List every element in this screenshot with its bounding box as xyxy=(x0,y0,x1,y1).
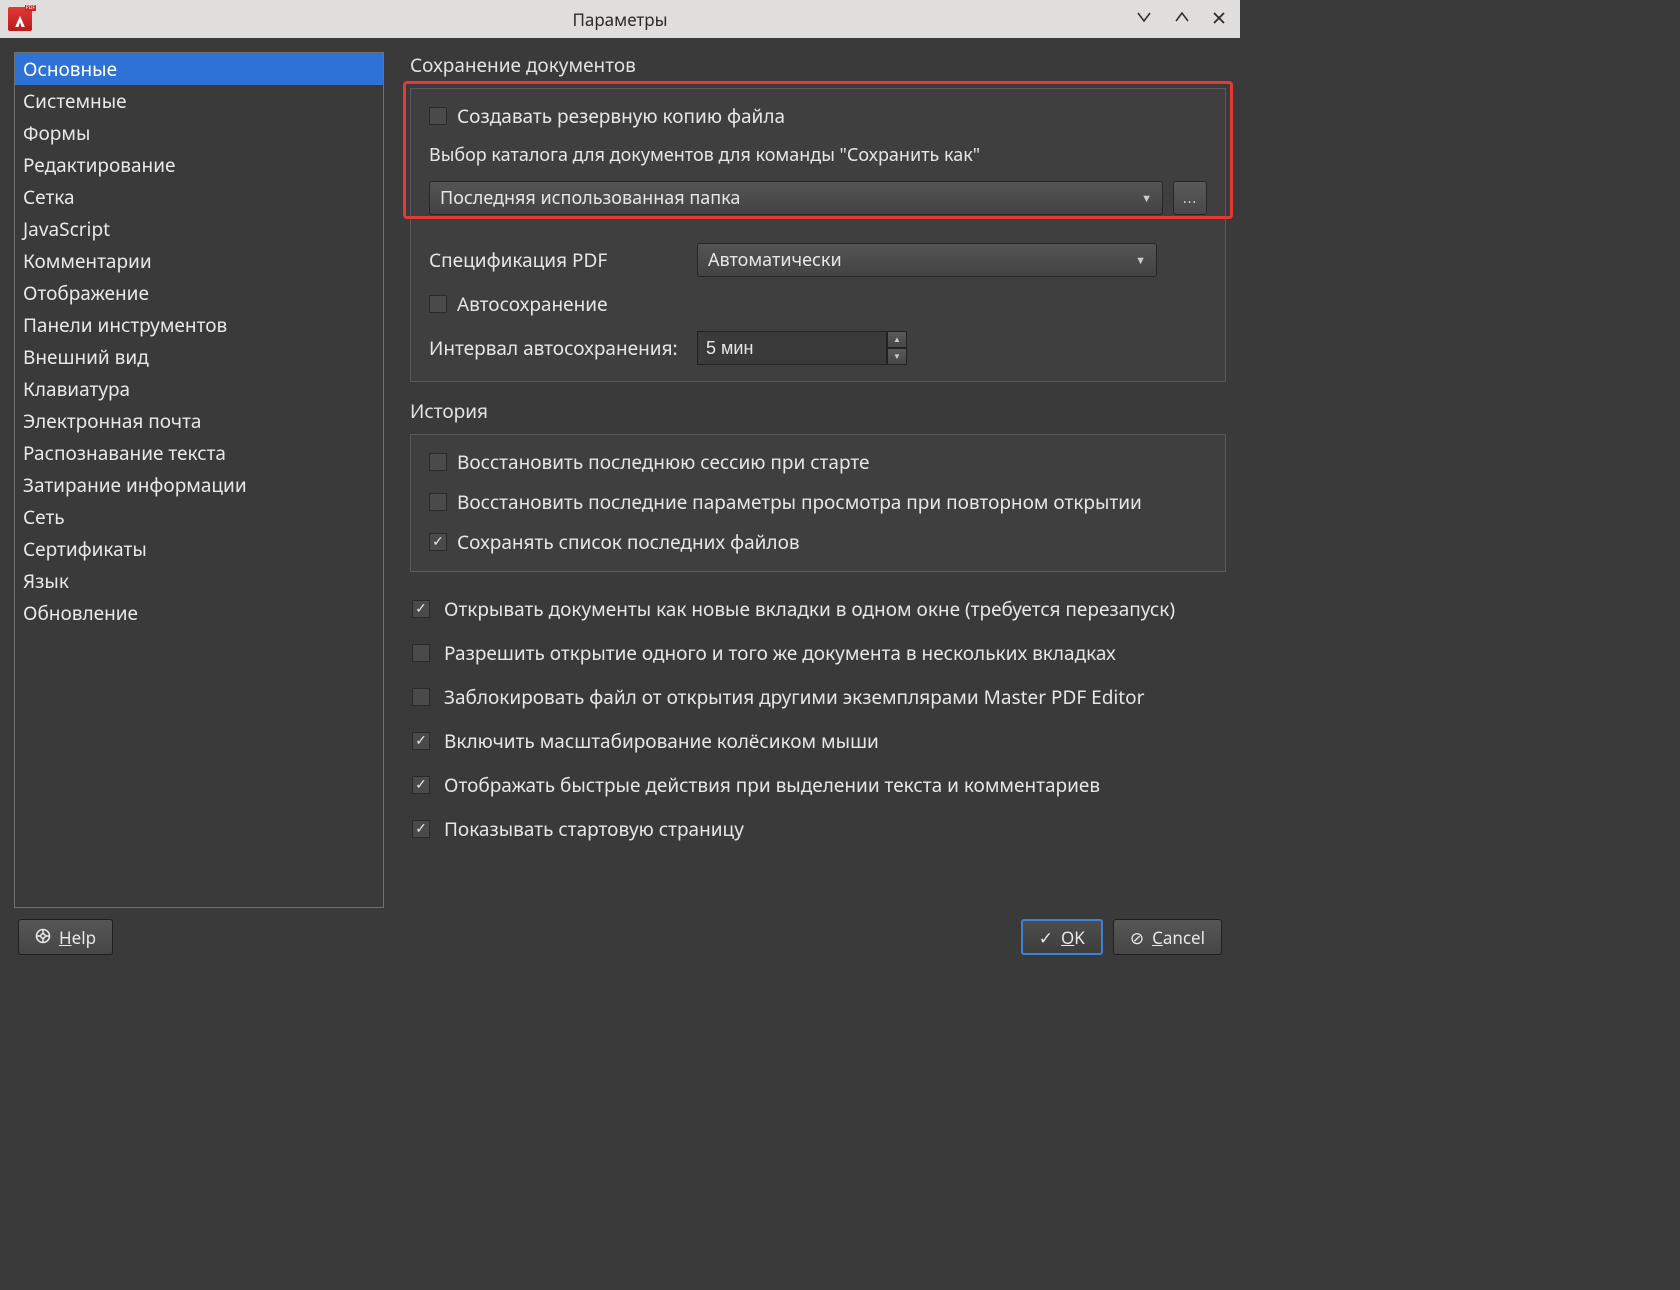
label-autosave-interval: Интервал автосохранения: xyxy=(429,335,687,361)
maximize-icon[interactable] xyxy=(1174,8,1190,30)
row-keep-recent: Сохранять список последних файлов xyxy=(429,529,1207,555)
cancel-button-label: Cancel xyxy=(1152,926,1205,949)
row-pdfspec: Спецификация PDF Автоматически ▼ xyxy=(429,243,1207,277)
row-multi-open: Разрешить открытие одного и того же доку… xyxy=(410,634,1226,672)
checkbox-tabs[interactable] xyxy=(412,600,430,618)
titlebar: Параметры xyxy=(0,0,1240,38)
row-autosave: Автосохранение xyxy=(429,291,1207,317)
checkbox-backup[interactable] xyxy=(429,107,447,125)
panel-history: Восстановить последнюю сессию при старте… xyxy=(410,434,1226,572)
row-autosave-interval: Интервал автосохранения: ▲ ▼ xyxy=(429,331,1207,365)
label-pdfspec: Спецификация PDF xyxy=(429,247,687,273)
window-controls xyxy=(1136,8,1240,30)
sidebar-item[interactable]: Сертификаты xyxy=(15,533,383,565)
label-autosave: Автосохранение xyxy=(457,291,608,317)
combo-pdfspec-value: Автоматически xyxy=(708,248,842,272)
ok-button-label: OK xyxy=(1061,926,1085,949)
label-lock-file: Заблокировать файл от открытия другими э… xyxy=(444,684,1145,710)
label-multi-open: Разрешить открытие одного и того же доку… xyxy=(444,640,1116,666)
section-history-title: История xyxy=(410,398,1226,424)
help-button-label: Help xyxy=(59,926,96,949)
label-tabs: Открывать документы как новые вкладки в … xyxy=(444,596,1175,622)
dialog-body: ОсновныеСистемныеФормыРедактированиеСетк… xyxy=(0,38,1240,908)
panel-save: Создавать резервную копию файла Выбор ка… xyxy=(410,88,1226,382)
app-icon xyxy=(8,7,32,31)
sidebar-item[interactable]: Основные xyxy=(15,53,383,85)
label-backup: Создавать резервную копию файла xyxy=(457,103,785,129)
checkbox-quick-actions[interactable] xyxy=(412,776,430,794)
browse-button[interactable]: ... xyxy=(1173,181,1207,215)
sidebar-item[interactable]: Обновление xyxy=(15,597,383,629)
help-button[interactable]: Help xyxy=(18,919,113,955)
label-start-page: Показывать стартовую страницу xyxy=(444,816,744,842)
content-area: Сохранение документов Создавать резервну… xyxy=(410,52,1226,908)
sidebar-item[interactable]: Распознавание текста xyxy=(15,437,383,469)
label-quick-actions: Отображать быстрые действия при выделени… xyxy=(444,772,1100,798)
label-restore-session: Восстановить последнюю сессию при старте xyxy=(457,449,869,475)
window-title: Параметры xyxy=(0,8,1240,31)
sidebar-item[interactable]: Комментарии xyxy=(15,245,383,277)
sidebar-item[interactable]: Отображение xyxy=(15,277,383,309)
sidebar-item[interactable]: Клавиатура xyxy=(15,373,383,405)
checkbox-restore-session[interactable] xyxy=(429,453,447,471)
sidebar-item[interactable]: Формы xyxy=(15,117,383,149)
spin-down-icon[interactable]: ▼ xyxy=(887,348,907,365)
sidebar-item[interactable]: Редактирование xyxy=(15,149,383,181)
sidebar-item[interactable]: Язык xyxy=(15,565,383,597)
checkbox-autosave[interactable] xyxy=(429,295,447,313)
checkbox-multi-open[interactable] xyxy=(412,644,430,662)
sidebar-item[interactable]: Внешний вид xyxy=(15,341,383,373)
cancel-icon: ⊘ xyxy=(1130,926,1144,949)
minimize-icon[interactable] xyxy=(1136,8,1152,30)
help-icon xyxy=(35,926,51,949)
checkbox-keep-recent[interactable] xyxy=(429,533,447,551)
sidebar-item[interactable]: Сетка xyxy=(15,181,383,213)
input-autosave-interval[interactable] xyxy=(697,331,887,365)
sidebar-item[interactable]: Затирание информации xyxy=(15,469,383,501)
sidebar-item[interactable]: Системные xyxy=(15,85,383,117)
row-start-page: Показывать стартовую страницу xyxy=(410,810,1226,848)
button-bar: Help ✓ OK ⊘ Cancel xyxy=(0,908,1240,966)
spin-up-icon[interactable]: ▲ xyxy=(887,331,907,348)
sidebar-item[interactable]: Панели инструментов xyxy=(15,309,383,341)
sidebar-item[interactable]: Электронная почта xyxy=(15,405,383,437)
chevron-down-icon: ▼ xyxy=(1135,253,1146,268)
combo-saveas-dir[interactable]: Последняя использованная папка ▼ xyxy=(429,181,1163,215)
sidebar-item[interactable]: Сеть xyxy=(15,501,383,533)
check-icon: ✓ xyxy=(1039,926,1053,949)
checkbox-restore-view[interactable] xyxy=(429,493,447,511)
row-backup: Создавать резервную копию файла xyxy=(429,103,1207,129)
row-tabs: Открывать документы как новые вкладки в … xyxy=(410,590,1226,628)
sidebar-item[interactable]: JavaScript xyxy=(15,213,383,245)
section-save-title: Сохранение документов xyxy=(410,52,1226,78)
label-keep-recent: Сохранять список последних файлов xyxy=(457,529,800,555)
combo-pdfspec[interactable]: Автоматически ▼ xyxy=(697,243,1157,277)
row-lock-file: Заблокировать файл от открытия другими э… xyxy=(410,678,1226,716)
checkbox-start-page[interactable] xyxy=(412,820,430,838)
cancel-button[interactable]: ⊘ Cancel xyxy=(1113,919,1222,955)
checkbox-lock-file[interactable] xyxy=(412,688,430,706)
ok-button[interactable]: ✓ OK xyxy=(1021,919,1103,955)
label-restore-view: Восстановить последние параметры просмот… xyxy=(457,489,1142,515)
row-restore-session: Восстановить последнюю сессию при старте xyxy=(429,449,1207,475)
spin-autosave-interval: ▲ ▼ xyxy=(697,331,907,365)
combo-saveas-dir-value: Последняя использованная папка xyxy=(440,186,740,210)
close-icon[interactable] xyxy=(1212,8,1226,30)
label-wheel-zoom: Включить масштабирование колёсиком мыши xyxy=(444,728,879,754)
category-sidebar: ОсновныеСистемныеФормыРедактированиеСетк… xyxy=(14,52,384,908)
checkbox-wheel-zoom[interactable] xyxy=(412,732,430,750)
row-quick-actions: Отображать быстрые действия при выделени… xyxy=(410,766,1226,804)
row-saveas-dir: Последняя использованная папка ▼ ... xyxy=(429,181,1207,215)
row-wheel-zoom: Включить масштабирование колёсиком мыши xyxy=(410,722,1226,760)
row-restore-view: Восстановить последние параметры просмот… xyxy=(429,489,1207,515)
label-saveas-dir: Выбор каталога для документов для команд… xyxy=(429,143,1207,167)
chevron-down-icon: ▼ xyxy=(1141,191,1152,206)
